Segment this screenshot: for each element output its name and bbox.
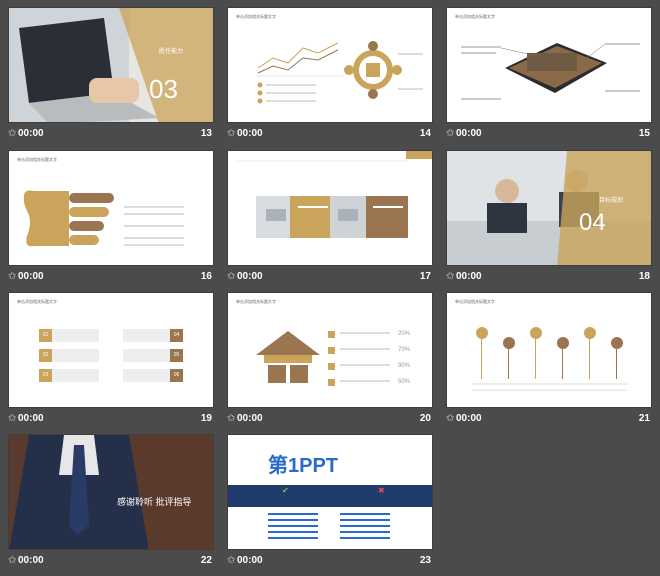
- pin-timeline: [472, 327, 627, 391]
- slide-18[interactable]: 04 目标规划 ✩ 00:00 18: [446, 150, 652, 292]
- slide-number: 14: [419, 128, 431, 139]
- slide-title: 单击添加相关标题文字: [17, 157, 57, 162]
- slide-sorter-grid: 03 胜任能力 ✩ 00:00 13 单击添加相关标题文字 ✩ 00:00 14…: [0, 0, 660, 575]
- slide-19[interactable]: 单击添加相关标题文字 01 02 03 04 05 06 ✩ 00:00 19: [8, 292, 214, 434]
- svg-text:✔: ✔: [282, 486, 289, 495]
- slide-thumbnail[interactable]: 单击添加相关标题文字: [446, 292, 652, 408]
- slide-thumbnail[interactable]: 单击添加相关标题文字: [446, 7, 652, 123]
- phone-illustration: [461, 43, 640, 100]
- star-icon[interactable]: ✩: [227, 413, 235, 424]
- section-number: 04: [579, 209, 606, 236]
- slide-time: 00:00: [456, 271, 482, 282]
- slide-title: 单击添加相关标题文字: [236, 299, 276, 304]
- percent-label: 20%: [398, 331, 411, 337]
- slide-time: 00:00: [237, 271, 263, 282]
- slide-footer: ✩ 00:00 16: [8, 268, 214, 288]
- section-title: 目标规划: [599, 198, 624, 204]
- percent-label: 90%: [398, 363, 411, 369]
- slide-footer: ✩ 00:00 20: [227, 410, 433, 430]
- slide-footer: ✩ 00:00 19: [8, 410, 214, 430]
- star-icon[interactable]: ✩: [8, 555, 16, 566]
- slide-13[interactable]: 03 胜任能力 ✩ 00:00 13: [8, 7, 214, 149]
- slide-title: 单击添加相关标题文字: [17, 299, 57, 304]
- slide-footer: ✩ 00:00 17: [227, 268, 433, 288]
- slide-footer: ✩ 00:00 13: [8, 125, 214, 145]
- slide-footer: ✩ 00:00 15: [446, 125, 652, 145]
- slide-number: 23: [419, 555, 431, 566]
- star-icon[interactable]: ✩: [227, 555, 235, 566]
- thanks-caption: 感谢聆听 批评指导: [117, 497, 192, 507]
- slide-20[interactable]: 单击添加相关标题文字 20% 70% 90% 50% ✩ 00:00 20: [227, 292, 433, 434]
- slide-time: 00:00: [18, 128, 44, 139]
- slide-number: 19: [200, 413, 212, 424]
- slide-number: 21: [638, 413, 650, 424]
- slide-number: 20: [419, 413, 431, 424]
- badge: 02: [39, 349, 52, 362]
- star-icon[interactable]: ✩: [8, 271, 16, 282]
- slide-15[interactable]: 单击添加相关标题文字 ✩ 00:00 15: [446, 7, 652, 149]
- slide-number: 22: [200, 555, 212, 566]
- svg-text:✖: ✖: [378, 486, 385, 495]
- star-icon[interactable]: ✩: [8, 413, 16, 424]
- line-chart-and-cycle: [256, 41, 423, 104]
- slide-number: 16: [200, 271, 212, 282]
- star-icon[interactable]: ✩: [227, 128, 235, 139]
- section-title: 胜任能力: [159, 49, 184, 55]
- slide-time: 00:00: [18, 555, 44, 566]
- laptop-photo: [9, 8, 213, 122]
- photo-strip: [236, 151, 432, 238]
- slide-footer: ✩ 00:00 23: [227, 552, 433, 572]
- slide-time: 00:00: [456, 128, 482, 139]
- slide-footer: ✩ 00:00 22: [8, 552, 214, 572]
- star-icon[interactable]: ✩: [446, 128, 454, 139]
- slide-16[interactable]: 单击添加相关标题文字 ✩ 00:00 16: [8, 150, 214, 292]
- slide-thumbnail[interactable]: 单击添加相关标题文字 01 02 03 04 05 06: [8, 292, 214, 408]
- slide-time: 00:00: [456, 413, 482, 424]
- slide-thumbnail[interactable]: 第1PPT ✔ ✖: [227, 434, 433, 550]
- star-icon[interactable]: ✩: [8, 128, 16, 139]
- slide-thumbnail[interactable]: 单击添加相关标题文字: [227, 7, 433, 123]
- star-icon[interactable]: ✩: [446, 271, 454, 282]
- suit-photo: [9, 435, 213, 549]
- slide-footer: ✩ 00:00 18: [446, 268, 652, 288]
- slide-17[interactable]: ✩ 00:00 17: [227, 150, 433, 292]
- slide-title: 单击添加相关标题文字: [236, 14, 276, 19]
- badge: 05: [170, 349, 183, 362]
- slide-number: 13: [200, 128, 212, 139]
- badge: 03: [39, 369, 52, 382]
- star-icon[interactable]: ✩: [227, 271, 235, 282]
- slide-21[interactable]: 单击添加相关标题文字 ✩ 00:00 21: [446, 292, 652, 434]
- percent-label: 70%: [398, 347, 411, 353]
- slide-time: 00:00: [237, 555, 263, 566]
- slide-time: 00:00: [237, 128, 263, 139]
- slide-thumbnail[interactable]: 感谢聆听 批评指导: [8, 434, 214, 550]
- slide-number: 18: [638, 271, 650, 282]
- slide-time: 00:00: [237, 413, 263, 424]
- slide-thumbnail[interactable]: 单击添加相关标题文字 20% 70% 90% 50%: [227, 292, 433, 408]
- percent-label: 50%: [398, 379, 411, 385]
- star-icon[interactable]: ✩: [446, 413, 454, 424]
- badge: 06: [170, 369, 183, 382]
- slide-footer: ✩ 00:00 14: [227, 125, 433, 145]
- promo-lines: ✔ ✖: [268, 486, 390, 539]
- slide-22[interactable]: 感谢聆听 批评指导 ✩ 00:00 22: [8, 434, 214, 576]
- slide-thumbnail[interactable]: 单击添加相关标题文字: [8, 150, 214, 266]
- slide-title: 单击添加相关标题文字: [455, 299, 495, 304]
- badge: 01: [39, 329, 52, 342]
- slide-time: 00:00: [18, 271, 44, 282]
- slide-23[interactable]: 第1PPT ✔ ✖ ✩ 00:00 23: [227, 434, 433, 576]
- handshake-photo: [447, 151, 651, 265]
- slide-thumbnail[interactable]: 03 胜任能力: [8, 7, 214, 123]
- slide-thumbnail[interactable]: [227, 150, 433, 266]
- slide-title: 单击添加相关标题文字: [455, 14, 495, 19]
- slide-number: 17: [419, 271, 431, 282]
- section-number: 03: [149, 74, 178, 104]
- puzzle-graphic: [23, 190, 184, 247]
- slide-number: 15: [638, 128, 650, 139]
- slide-14[interactable]: 单击添加相关标题文字 ✩ 00:00 14: [227, 7, 433, 149]
- slide-thumbnail[interactable]: 04 目标规划: [446, 150, 652, 266]
- slide-footer: ✩ 00:00 21: [446, 410, 652, 430]
- slide-time: 00:00: [18, 413, 44, 424]
- badge: 04: [170, 329, 183, 342]
